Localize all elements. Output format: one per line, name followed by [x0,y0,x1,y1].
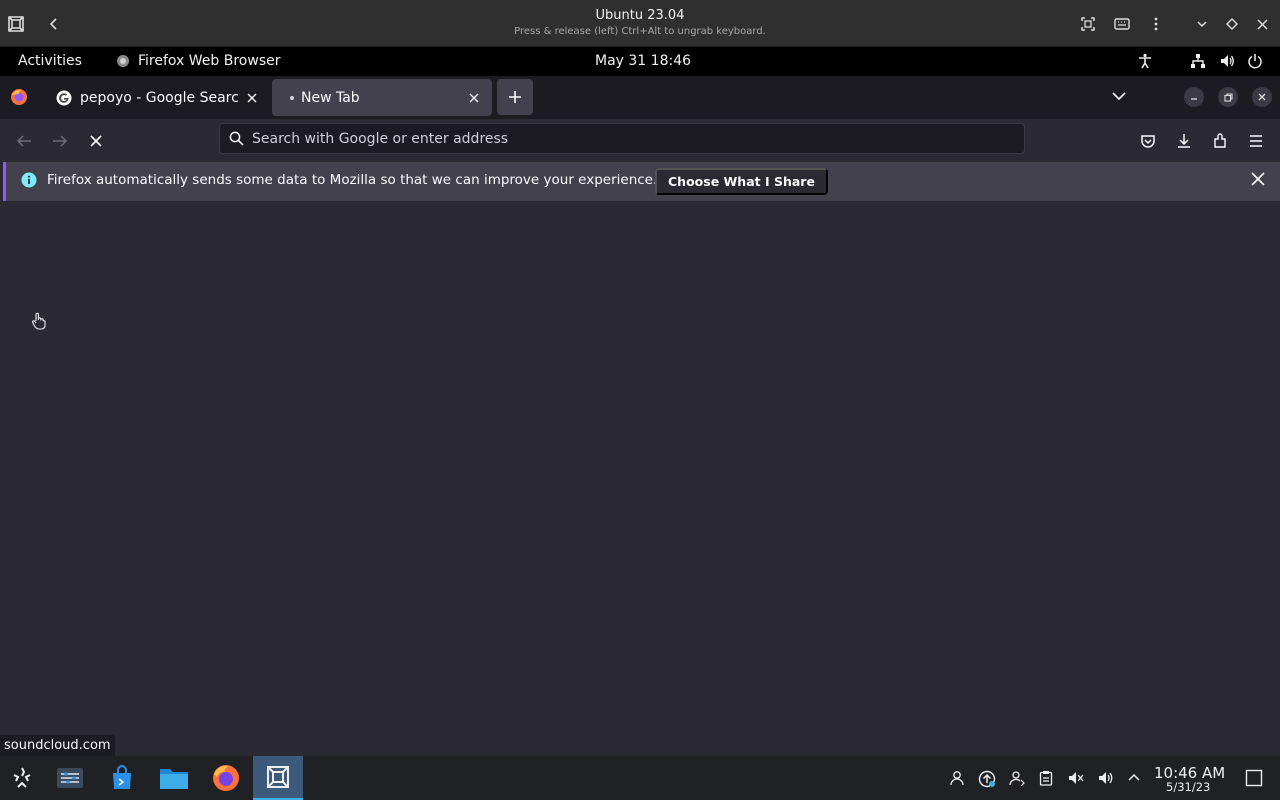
info-icon [21,172,37,188]
close-notification-icon[interactable] [1251,172,1265,186]
tab-new-tab[interactable]: New Tab [272,79,492,116]
power-icon[interactable] [1247,53,1263,69]
back-arrow-icon[interactable] [11,128,37,154]
tab-close-icon[interactable] [240,86,264,110]
app-launcher-icon[interactable] [0,756,44,800]
page-content[interactable] [0,201,1280,756]
tab-google-search[interactable]: pepoyo - Google Search [46,79,270,116]
vm-minimize-icon[interactable] [1191,13,1213,35]
app-menu[interactable]: Firefox Web Browser [116,53,281,69]
status-link-preview: soundcloud.com [0,735,115,756]
mouse-cursor-hand-icon [31,312,47,330]
clipboard-icon[interactable] [1038,770,1054,786]
host-clock-date[interactable]: 5/31/23 [1166,780,1210,794]
firefox-view-icon[interactable] [10,88,28,106]
speaker-volume-icon[interactable] [1098,770,1114,786]
volume-icon[interactable] [1219,53,1235,69]
choose-what-i-share-button[interactable]: Choose What I Share [655,168,828,195]
notification-text: Firefox automatically sends some data to… [47,172,658,188]
app-menu-label: Firefox Web Browser [138,53,281,69]
activities-button[interactable]: Activities [18,53,82,69]
gnome-top-bar: Activities Firefox Web Browser May 31 18… [0,47,1280,76]
muted-speaker-icon[interactable] [1068,770,1084,786]
url-input[interactable] [252,130,992,147]
vm-more-icon[interactable] [1145,13,1167,35]
window-restore-button[interactable] [1218,87,1238,107]
tab-close-icon[interactable] [462,86,486,110]
firefox-taskbar-icon[interactable] [204,756,248,800]
stop-loading-icon[interactable] [83,128,109,154]
firefox-small-icon [116,54,130,68]
accessibility-icon[interactable] [1137,53,1153,69]
google-g-icon [56,90,72,106]
tab-strip: pepoyo - Google Search New Tab [0,76,1280,119]
extensions-icon[interactable] [1207,128,1233,154]
navigation-toolbar [0,119,1280,162]
vm-keyboard-icon[interactable] [1111,13,1133,35]
user-switcher-icon[interactable] [949,770,965,786]
software-store-icon[interactable] [100,756,144,800]
network-icon[interactable] [1190,53,1206,69]
vm-viewer-taskbar-icon[interactable] [253,756,303,800]
url-bar[interactable] [219,123,1025,154]
tab-label: New Tab [301,89,360,106]
pocket-icon[interactable] [1135,128,1161,154]
kde-connect-icon[interactable] [1009,770,1025,786]
search-icon [229,131,244,146]
tray-expand-chevron-icon[interactable] [1127,770,1143,786]
vm-maximize-icon[interactable] [1221,13,1243,35]
tab-label: pepoyo - Google Search [80,89,240,106]
vm-viewer-titlebar: Ubuntu 23.04 Press & release (left) Ctrl… [0,0,1280,47]
show-desktop-icon[interactable] [1245,769,1263,787]
forward-arrow-icon[interactable] [47,128,73,154]
window-close-button[interactable] [1252,87,1272,107]
system-settings-icon[interactable] [48,756,92,800]
host-taskbar: 10:46 AM 5/31/23 [0,756,1280,800]
downloads-icon[interactable] [1171,128,1197,154]
vm-fullscreen-icon[interactable] [1077,13,1099,35]
data-collection-notification: Firefox automatically sends some data to… [3,162,1280,201]
gnome-clock[interactable]: May 31 18:46 [595,53,691,69]
vm-close-icon[interactable] [1251,13,1273,35]
new-tab-button[interactable] [497,79,533,115]
window-minimize-button[interactable] [1184,87,1204,107]
updates-icon[interactable] [978,770,996,788]
file-manager-icon[interactable] [152,756,196,800]
list-all-tabs-icon[interactable] [1112,91,1126,101]
app-menu-hamburger-icon[interactable] [1243,128,1269,154]
